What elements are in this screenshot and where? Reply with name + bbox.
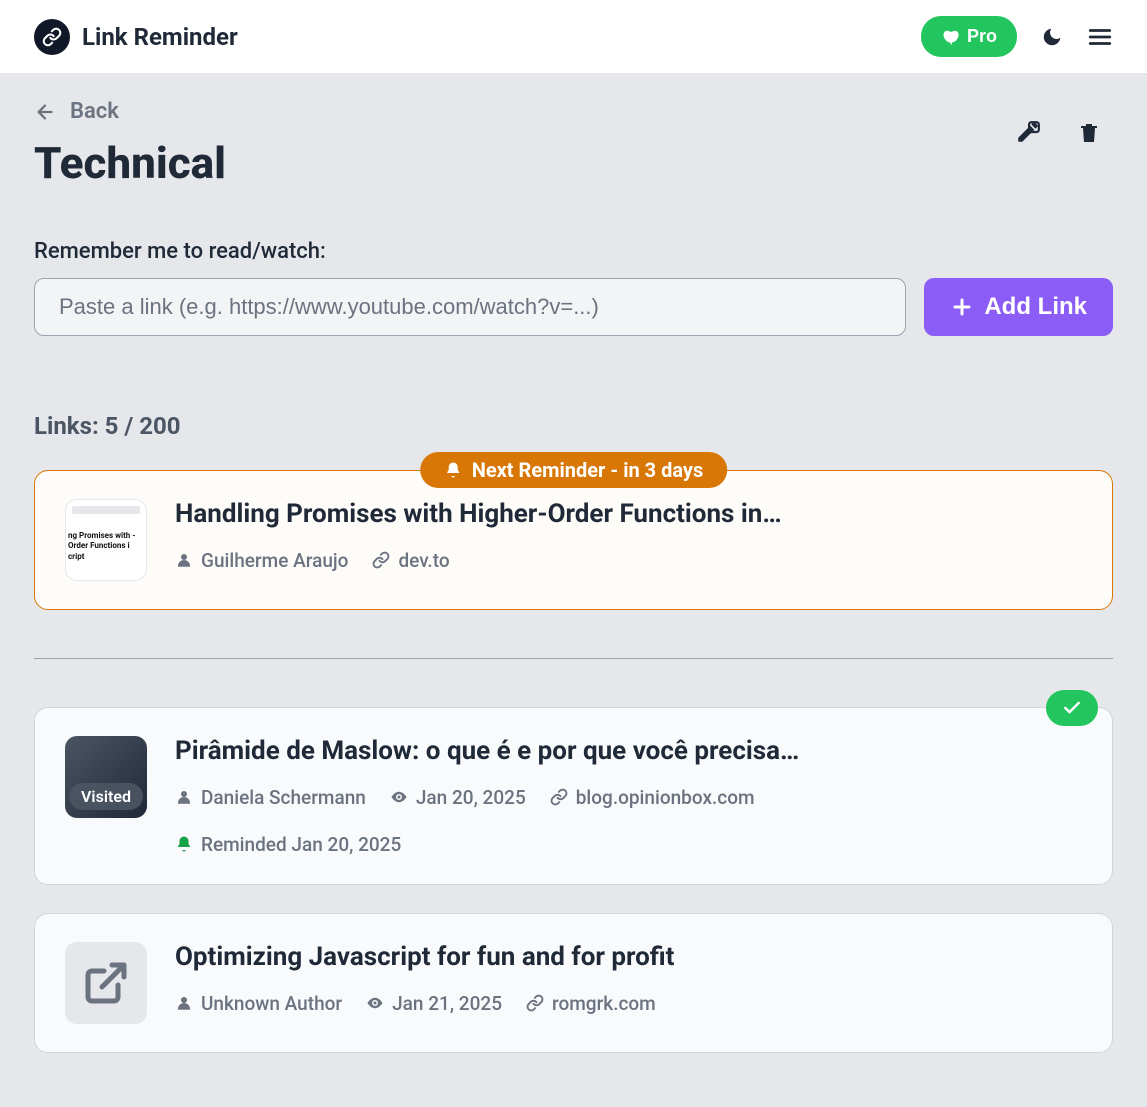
thumbnail-text: ng Promises with -Order Functions i crip… [66, 525, 146, 568]
eye-icon [390, 788, 408, 806]
back-label: Back [70, 99, 119, 124]
delete-button[interactable] [1077, 119, 1101, 151]
eye-icon [366, 994, 384, 1012]
link-date: Jan 20, 2025 [390, 786, 526, 809]
trash-icon [1077, 119, 1101, 147]
external-link-icon [82, 959, 130, 1007]
pro-button[interactable]: Pro [921, 16, 1017, 57]
app-header: Link Reminder Pro [0, 0, 1147, 73]
link-url-input[interactable] [34, 278, 906, 336]
link-author: Unknown Author [175, 992, 342, 1015]
reminder-badge-text: Next Reminder - in 3 days [472, 458, 704, 482]
link-thumbnail [65, 942, 147, 1024]
app-logo [34, 19, 70, 55]
hamburger-icon [1087, 24, 1113, 50]
back-button[interactable]: Back [34, 99, 119, 124]
next-reminder-block: Next Reminder - in 3 days ng Promises wi… [34, 470, 1113, 610]
link-author: Daniela Schermann [175, 786, 366, 809]
brand[interactable]: Link Reminder [34, 19, 238, 55]
link-icon [526, 994, 544, 1012]
person-icon [175, 551, 193, 569]
edit-icon [1015, 119, 1041, 145]
main-content: Back Technical Remember me t [0, 73, 1147, 1107]
bell-icon [175, 835, 193, 853]
check-icon [1062, 698, 1082, 718]
arrow-left-icon [34, 101, 56, 123]
visited-badge: Visited [69, 783, 143, 810]
add-link-button[interactable]: Add Link [924, 278, 1113, 336]
page-header-actions [1015, 119, 1113, 151]
page-header: Back Technical [34, 99, 1113, 189]
add-link-section: Remember me to read/watch: Add Link [34, 239, 1113, 336]
moon-icon [1041, 26, 1063, 48]
plus-icon [950, 295, 974, 319]
menu-button[interactable] [1087, 24, 1113, 50]
link-card[interactable]: Visited Pirâmide de Maslow: o que é e po… [34, 707, 1113, 885]
dark-mode-toggle[interactable] [1041, 26, 1063, 48]
link-title: Pirâmide de Maslow: o que é e por que vo… [175, 736, 1082, 766]
link-domain: blog.opinionbox.com [550, 786, 755, 809]
link-thumbnail: Visited [65, 736, 147, 818]
link-card[interactable]: Optimizing Javascript for fun and for pr… [34, 913, 1113, 1053]
link-thumbnail: ng Promises with -Order Functions i crip… [65, 499, 147, 581]
link-domain: romgrk.com [526, 992, 656, 1015]
link-domain: dev.to [372, 549, 449, 572]
link-card-featured[interactable]: ng Promises with -Order Functions i crip… [34, 470, 1113, 610]
add-link-label: Add Link [984, 293, 1087, 321]
input-label: Remember me to read/watch: [34, 239, 1113, 264]
person-icon [175, 788, 193, 806]
link-title: Handling Promises with Higher-Order Func… [175, 499, 1082, 529]
link-reminded: Reminded Jan 20, 2025 [175, 833, 1082, 856]
links-list: Visited Pirâmide de Maslow: o que é e po… [34, 707, 1113, 1053]
page-title: Technical [34, 137, 226, 189]
person-icon [175, 994, 193, 1012]
visited-check-badge [1046, 690, 1098, 726]
link-date: Jan 21, 2025 [366, 992, 502, 1015]
pro-label: Pro [967, 26, 997, 47]
section-divider [34, 658, 1113, 659]
brand-name: Link Reminder [82, 23, 238, 51]
edit-button[interactable] [1015, 119, 1041, 151]
bell-icon [444, 461, 462, 479]
link-title: Optimizing Javascript for fun and for pr… [175, 942, 1082, 972]
link-icon [42, 27, 62, 47]
link-author: Guilherme Araujo [175, 549, 348, 572]
rocket-icon [941, 28, 959, 46]
links-counter: Links: 5 / 200 [34, 412, 1113, 440]
next-reminder-badge: Next Reminder - in 3 days [420, 452, 728, 488]
link-icon [550, 788, 568, 806]
header-actions: Pro [921, 16, 1113, 57]
link-icon [372, 551, 390, 569]
